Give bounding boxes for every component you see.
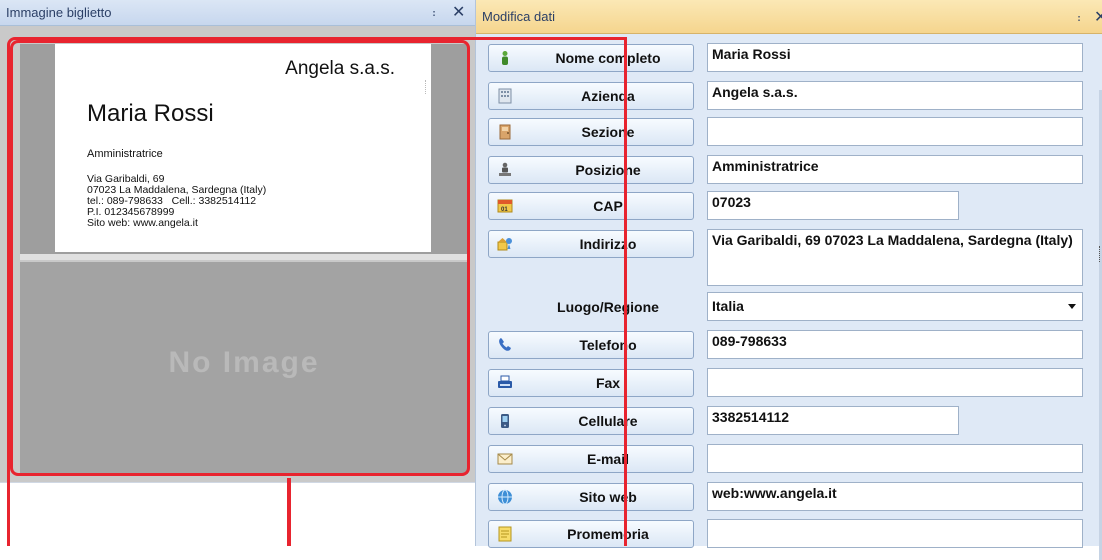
cellulare-field[interactable]: 3382514112 — [707, 406, 959, 435]
promemoria-field[interactable] — [707, 519, 1083, 548]
pin-icon[interactable]: ։ — [432, 5, 436, 19]
right-panel-title: Modifica dati — [482, 9, 555, 24]
indirizzo-field[interactable]: Via Garibaldi, 69 07023 La Maddalena, Sa… — [707, 229, 1083, 286]
right-panel-titlebar: Modifica dati ։ ✕ — [476, 0, 1102, 34]
telefono-field[interactable]: 089-798633 — [707, 330, 1083, 359]
dropdown-caret-icon[interactable] — [1068, 304, 1076, 309]
close-icon[interactable]: ✕ — [1094, 7, 1102, 27]
sito-web-field[interactable]: web:www.angela.it — [707, 482, 1083, 511]
luogo-regione-select[interactable]: Italia — [707, 292, 1083, 321]
cap-field[interactable]: 07023 — [707, 191, 959, 220]
posizione-field[interactable]: Amministratrice — [707, 155, 1083, 184]
fax-field[interactable] — [707, 368, 1083, 397]
left-panel-titlebar: Immagine biglietto ։ ✕ — [0, 0, 475, 26]
highlight-callout-box-right — [7, 37, 627, 546]
left-panel-title: Immagine biglietto — [6, 5, 112, 20]
azienda-field[interactable]: Angela s.a.s. — [707, 81, 1083, 110]
pin-icon[interactable]: ։ — [1077, 10, 1081, 24]
sezione-field[interactable] — [707, 117, 1083, 146]
luogo-regione-value: Italia — [712, 298, 744, 314]
close-icon[interactable]: ✕ — [452, 2, 465, 22]
nome-completo-field[interactable]: Maria Rossi — [707, 43, 1083, 72]
email-field[interactable] — [707, 444, 1083, 473]
